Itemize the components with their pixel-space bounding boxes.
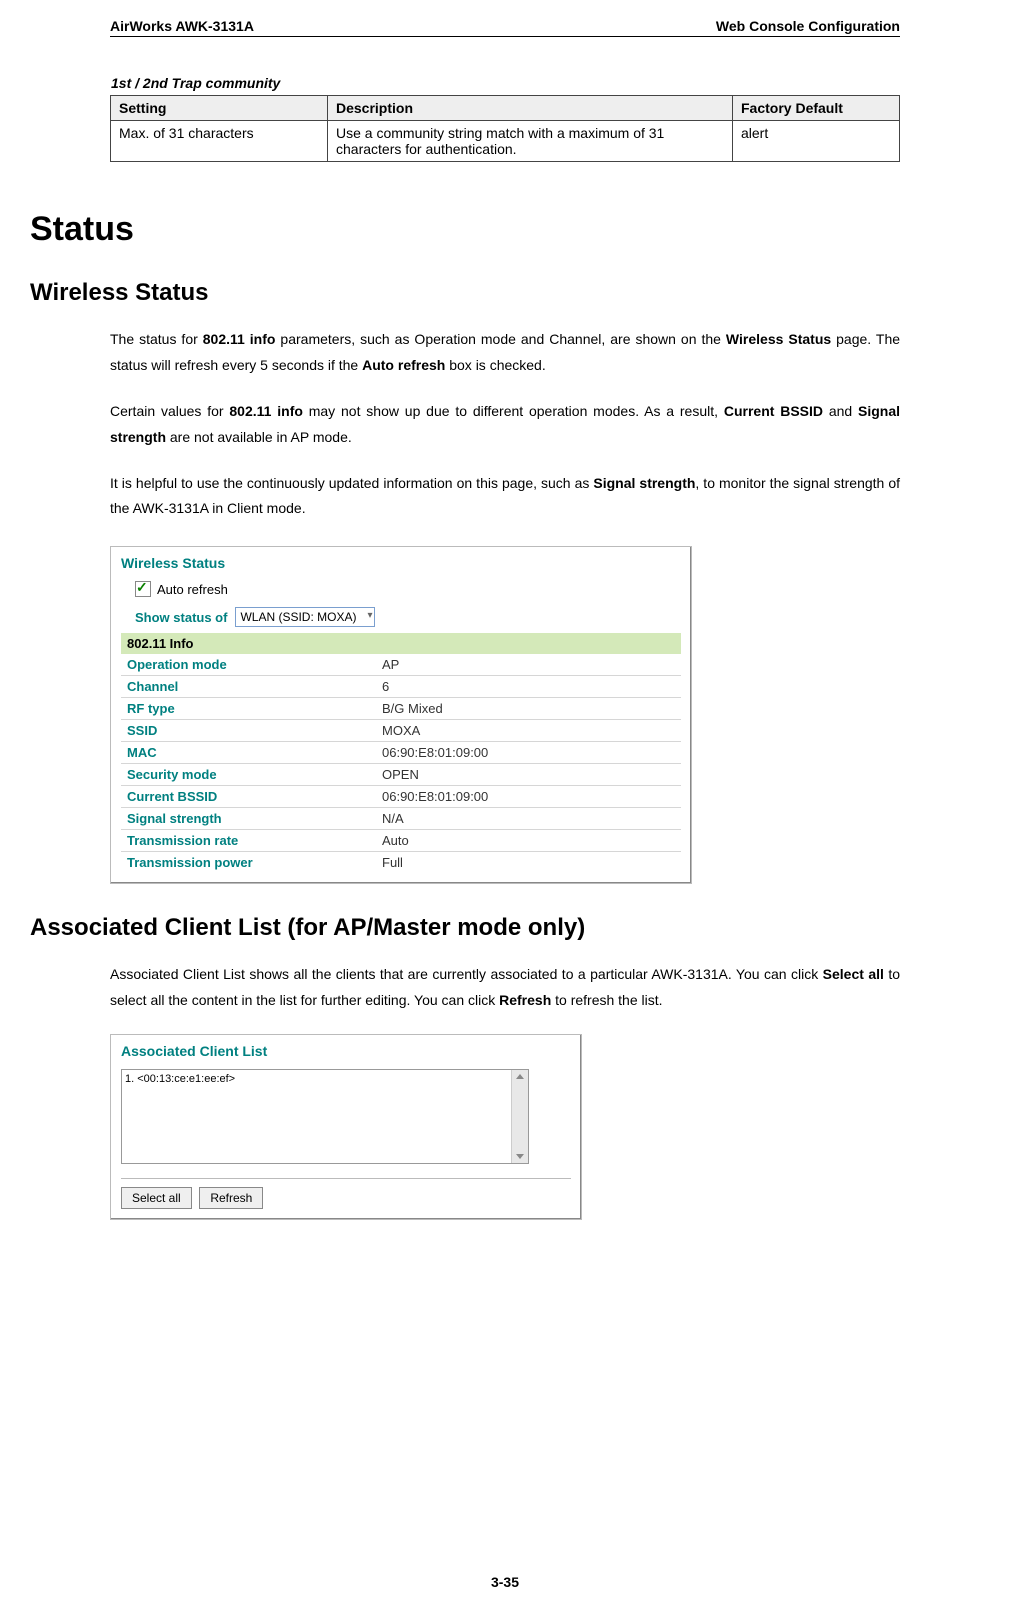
acl-screenshot-title: Associated Client List [121, 1043, 571, 1059]
info-row: Security modeOPEN [121, 763, 681, 785]
cell-default: alert [733, 121, 900, 162]
scrollbar-vertical-icon[interactable] [511, 1070, 528, 1163]
info-row: Signal strengthN/A [121, 807, 681, 829]
info-rows: Operation modeAP Channel6 RF typeB/G Mix… [121, 654, 681, 873]
show-status-select[interactable]: WLAN (SSID: MOXA) [235, 607, 375, 627]
info-row: SSIDMOXA [121, 719, 681, 741]
associated-client-list-heading: Associated Client List (for AP/Master mo… [30, 914, 900, 942]
auto-refresh-checkbox[interactable] [135, 581, 151, 597]
refresh-button[interactable]: Refresh [199, 1187, 263, 1209]
info-row: Transmission rateAuto [121, 829, 681, 851]
trap-community-title: 1st / 2nd Trap community [111, 75, 900, 91]
header-right: Web Console Configuration [716, 18, 900, 34]
info-row: RF typeB/G Mixed [121, 697, 681, 719]
acl-client-list[interactable]: 1. <00:13:ce:e1:ee:ef> [121, 1069, 529, 1164]
page-header: AirWorks AWK-3131A Web Console Configura… [110, 18, 900, 37]
wireless-status-screenshot: Wireless Status Auto refresh Show status… [110, 546, 692, 884]
header-left: AirWorks AWK-3131A [110, 18, 254, 34]
table-header-description: Description [328, 96, 733, 121]
associated-client-list-screenshot: Associated Client List 1. <00:13:ce:e1:e… [110, 1034, 582, 1220]
wireless-para-3: It is helpful to use the continuously up… [110, 471, 900, 523]
divider [121, 1178, 571, 1179]
wireless-status-heading: Wireless Status [30, 279, 900, 307]
info-row: MAC06:90:E8:01:09:00 [121, 741, 681, 763]
wireless-para-1: The status for 802.11 info parameters, s… [110, 327, 900, 379]
cell-setting: Max. of 31 characters [111, 121, 328, 162]
info-row: Transmission powerFull [121, 851, 681, 873]
trap-community-table: Setting Description Factory Default Max.… [110, 95, 900, 162]
acl-para: Associated Client List shows all the cli… [110, 962, 900, 1014]
show-status-label: Show status of [135, 610, 227, 625]
auto-refresh-row: Auto refresh [135, 581, 681, 597]
table-header-setting: Setting [111, 96, 328, 121]
cell-description: Use a community string match with a maxi… [328, 121, 733, 162]
info-row: Channel6 [121, 675, 681, 697]
page-number: 3-35 [0, 1574, 1010, 1590]
show-status-row: Show status of WLAN (SSID: MOXA) [135, 607, 681, 627]
info-header: 802.11 Info [121, 633, 681, 654]
info-row: Operation modeAP [121, 654, 681, 675]
info-row: Current BSSID06:90:E8:01:09:00 [121, 785, 681, 807]
wireless-para-2: Certain values for 802.11 info may not s… [110, 399, 900, 451]
status-heading: Status [30, 210, 900, 249]
table-header-default: Factory Default [733, 96, 900, 121]
screenshot-title: Wireless Status [121, 555, 681, 571]
select-all-button[interactable]: Select all [121, 1187, 192, 1209]
auto-refresh-label: Auto refresh [157, 582, 228, 597]
table-row: Max. of 31 characters Use a community st… [111, 121, 900, 162]
